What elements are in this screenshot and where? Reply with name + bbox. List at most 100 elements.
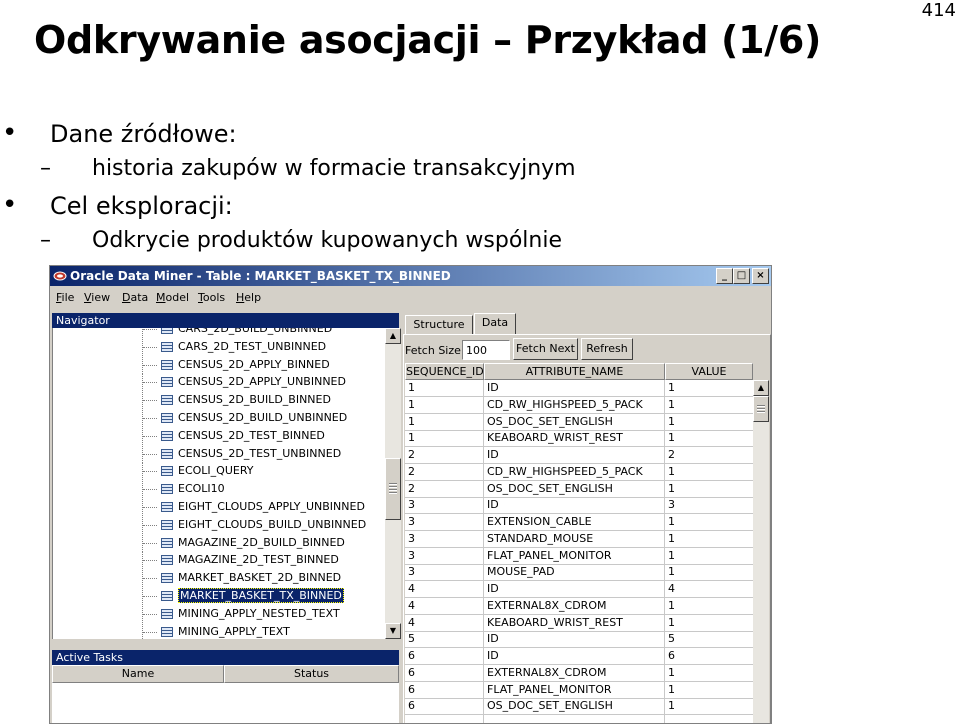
table-row[interactable]: 4 ID 4 (405, 581, 753, 598)
tree-item[interactable]: EIGHT_CLOUDS_APPLY_UNBINNED (53, 499, 386, 516)
table-row[interactable]: 4 KEABOARD_WRIST_REST 1 (405, 615, 753, 632)
table-row[interactable]: 5 ID 5 (405, 631, 753, 649)
cell-attribute-name: FLAT_PANEL_MONITOR (487, 548, 612, 562)
table-row[interactable]: 3 ID 3 (405, 497, 753, 515)
tree-item[interactable]: MAGAZINE_2D_BUILD_BINNED (53, 534, 386, 552)
tree-item-label: EIGHT_CLOUDS_APPLY_UNBINNED (178, 500, 365, 513)
tree-item[interactable]: CENSUS_2D_TEST_BINNED (53, 427, 386, 445)
table-icon (161, 466, 173, 477)
scroll-up-icon[interactable]: ▲ (385, 328, 401, 344)
table-row[interactable]: 1 ID 1 (405, 380, 753, 397)
table-icon (161, 626, 173, 637)
col-attribute-name[interactable]: ATTRIBUTE_NAME (484, 363, 665, 380)
close-button[interactable]: × (752, 268, 769, 284)
cell-sequence-id: 1 (408, 414, 415, 428)
menu-data[interactable]: Data (122, 291, 148, 304)
cell-attribute-name: CD_RW_HIGHSPEED_5_PACK (487, 464, 643, 478)
menu-view[interactable]: View (84, 291, 110, 304)
table-row[interactable]: 3 STANDARD_MOUSE 1 (405, 531, 753, 548)
table-row[interactable]: 6 OS_DOC_SET_ENGLISH 1 (405, 698, 753, 716)
cell-attribute-name: ID (487, 498, 499, 512)
navigator-tree: CARS_2D_BUILD_UNBINNED CARS_2D_TEST_UNBIN… (52, 328, 386, 639)
tree-item[interactable]: CENSUS_2D_BUILD_UNBINNED (53, 410, 386, 427)
cell-attribute-name: ID (487, 381, 499, 394)
cell-sequence-id: 4 (408, 582, 415, 595)
tree-item-label: CENSUS_2D_TEST_UNBINNED (178, 446, 342, 460)
tree-item-label: MAGAZINE_2D_BUILD_BINNED (178, 535, 345, 549)
table-row[interactable]: 2 OS_DOC_SET_ENGLISH 1 (405, 481, 753, 498)
fetch-size-input[interactable] (462, 340, 510, 360)
tree-item[interactable]: MARKET_BASKET_TX_BINNED (53, 588, 386, 605)
fetch-next-button[interactable]: Fetch Next (513, 338, 578, 360)
tree-item[interactable]: ECOLI10 (53, 481, 386, 499)
tab-structure[interactable]: Structure (405, 315, 473, 335)
tree-item-label: CARS_2D_BUILD_UNBINNED (178, 328, 333, 335)
tree-item[interactable]: MINING_APPLY_TEXT (53, 623, 386, 639)
tree-item[interactable]: MARKET_BASKET_2D_BINNED (53, 570, 386, 588)
tree-item[interactable]: MINING_APPLY_NESTED_TEXT (53, 605, 386, 623)
title-bar[interactable]: Oracle Data Miner - Table : MARKET_BASKE… (50, 266, 771, 286)
tree-item[interactable]: EIGHT_CLOUDS_BUILD_UNBINNED (53, 516, 386, 534)
tree-item[interactable]: CARS_2D_BUILD_UNBINNED (53, 328, 386, 338)
cell-sequence-id: 3 (408, 565, 415, 579)
cell-sequence-id: 1 (408, 431, 415, 445)
table-row[interactable]: 2 ID 2 (405, 447, 753, 464)
tree-item-label: ECOLI10 (178, 482, 225, 496)
scroll-thumb[interactable] (385, 458, 401, 520)
menu-tools[interactable]: Tools (198, 291, 225, 304)
table-row[interactable]: 3 EXTENSION_CABLE 1 (405, 514, 753, 531)
scroll-thumb[interactable] (753, 396, 769, 422)
data-grid: SEQUENCE_ID ATTRIBUTE_NAME VALUE 1 ID 1 1 CD… (405, 363, 753, 723)
cell-attribute-name: ID (487, 649, 499, 662)
menu-help[interactable]: Help (236, 291, 261, 304)
col-sequence-id[interactable]: SEQUENCE_ID (405, 363, 484, 380)
tree-item[interactable]: CENSUS_2D_APPLY_UNBINNED (53, 374, 386, 392)
minimize-button[interactable]: _ (716, 268, 733, 284)
menu-model[interactable]: Model (156, 291, 189, 304)
tree-item-label: MARKET_BASKET_TX_BINNED (178, 588, 344, 603)
tree-item[interactable]: CENSUS_2D_TEST_UNBINNED (53, 445, 386, 463)
table-row[interactable]: 6 FLAT_PANEL_MONITOR 1 (405, 682, 753, 699)
table-row[interactable]: 4 EXTERNAL8X_CDROM 1 (405, 598, 753, 615)
refresh-button[interactable]: Refresh (581, 338, 633, 360)
tree-item[interactable]: MAGAZINE_2D_TEST_BINNED (53, 552, 386, 570)
cell-value: 1 (668, 665, 675, 679)
grid-scrollbar[interactable]: ▲ (753, 380, 769, 723)
table-row[interactable]: 6 ID 6 (405, 648, 753, 665)
tree-item-label: ECOLI_QUERY (178, 464, 254, 478)
table-row[interactable]: 3 FLAT_PANEL_MONITOR 1 (405, 548, 753, 565)
cell-sequence-id: 1 (408, 397, 415, 411)
menu-file[interactable]: File (56, 291, 74, 304)
table-row[interactable]: 1 CD_RW_HIGHSPEED_5_PACK 1 (405, 397, 753, 414)
active-tasks-table: Name Status (52, 665, 399, 723)
tasks-col-name[interactable]: Name (52, 665, 224, 683)
table-icon (161, 328, 173, 334)
table-row[interactable]: 1 KEABOARD_WRIST_REST 1 (405, 430, 753, 448)
cell-value: 1 (668, 531, 675, 545)
table-icon (161, 448, 173, 459)
cell-value: 1 (668, 548, 675, 562)
table-icon (161, 519, 173, 530)
cell-value: 1 (668, 565, 675, 579)
menu-bar: File View Data Model Tools Help (50, 288, 771, 308)
active-tasks-header: Active Tasks (52, 650, 399, 665)
scroll-down-icon[interactable]: ▼ (385, 623, 401, 639)
table-icon (161, 502, 173, 512)
table-row[interactable]: 6 EXTERNAL8X_CDROM 1 (405, 665, 753, 682)
bullet-text: Dane źródłowe: (50, 120, 237, 148)
cell-sequence-id: 1 (408, 381, 415, 394)
maximize-button[interactable]: □ (733, 268, 750, 284)
scroll-up-icon[interactable]: ▲ (753, 380, 769, 396)
tree-item[interactable]: ECOLI_QUERY (53, 463, 386, 481)
navigator-scrollbar[interactable]: ▲ ▼ (385, 328, 401, 639)
tab-data[interactable]: Data (474, 313, 516, 335)
cell-sequence-id: 2 (408, 448, 415, 461)
tree-item[interactable]: CARS_2D_TEST_UNBINNED (53, 338, 386, 356)
tree-item[interactable]: CENSUS_2D_BUILD_BINNED (53, 392, 386, 410)
col-value[interactable]: VALUE (665, 363, 753, 380)
tree-item[interactable]: CENSUS_2D_APPLY_BINNED (53, 356, 386, 374)
table-row[interactable]: 3 MOUSE_PAD 1 (405, 564, 753, 582)
table-row[interactable]: 2 CD_RW_HIGHSPEED_5_PACK 1 (405, 464, 753, 481)
tasks-col-status[interactable]: Status (224, 665, 399, 683)
table-row[interactable]: 1 OS_DOC_SET_ENGLISH 1 (405, 414, 753, 431)
